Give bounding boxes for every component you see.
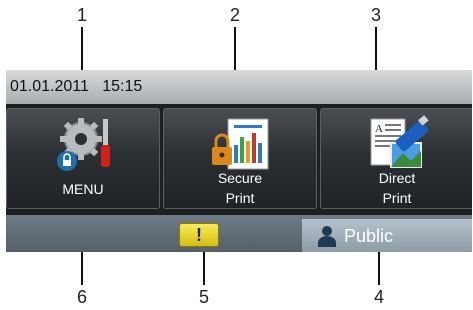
callout-1: 1 — [76, 5, 87, 25]
callout-1-line — [81, 27, 83, 72]
user-button[interactable]: Public — [302, 219, 472, 252]
bottom-bar: ! Public — [6, 215, 472, 252]
callout-4: 4 — [373, 287, 384, 307]
direct-print-label-line1: Direct — [378, 170, 416, 186]
direct-print-button[interactable]: A Direct Print — [320, 108, 472, 209]
direct-print-label-line2: Print — [382, 190, 412, 206]
date-time: 01.01.2011 15:15 — [10, 78, 143, 95]
secure-print-label-line2: Print — [225, 190, 255, 206]
secure-print-label-line1: Secure — [217, 170, 263, 186]
callout-2: 2 — [229, 5, 240, 25]
warning-button[interactable]: ! — [179, 223, 219, 247]
callout-6: 6 — [76, 287, 87, 307]
secure-print-button[interactable]: Secure Print — [163, 108, 317, 209]
callout-5: 5 — [198, 287, 209, 307]
menu-button[interactable]: MENU — [6, 108, 160, 209]
svg-text:A: A — [375, 123, 383, 135]
status-bar: 01.01.2011 15:15 — [6, 70, 472, 104]
user-label: Public — [344, 226, 394, 246]
person-icon — [318, 225, 336, 252]
menu-label: MENU — [62, 181, 104, 197]
lcd-screen: 01.01.2011 15:15 MENU Secure Print A Dir… — [6, 70, 472, 252]
gear-screwdriver-icon — [47, 115, 119, 184]
callout-3: 3 — [370, 5, 381, 25]
